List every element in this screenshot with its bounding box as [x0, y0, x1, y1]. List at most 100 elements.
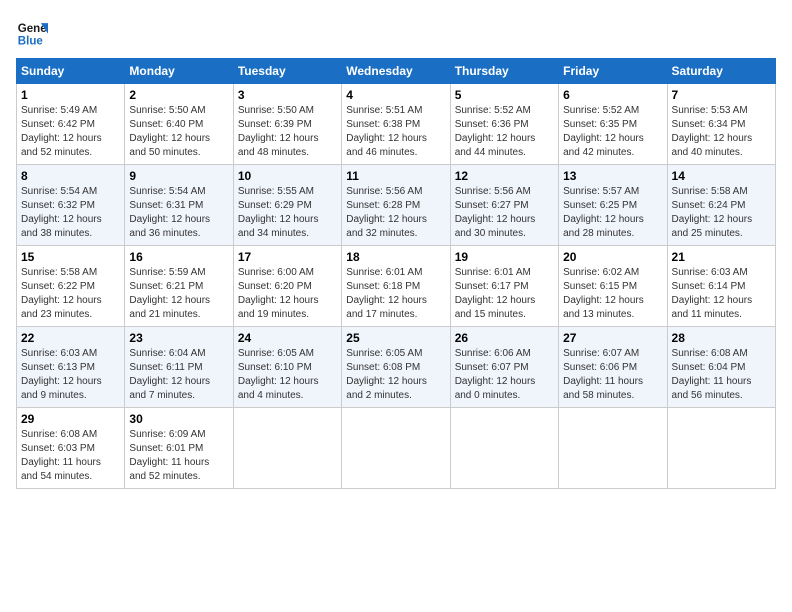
calendar-day-cell: 24 Sunrise: 6:05 AM Sunset: 6:10 PM Dayli… — [233, 327, 341, 408]
day-detail: Sunrise: 5:52 AM Sunset: 6:35 PM Dayligh… — [563, 104, 662, 160]
day-number: 12 — [455, 169, 554, 183]
calendar-day-cell: 6 Sunrise: 5:52 AM Sunset: 6:35 PM Daylig… — [559, 84, 667, 165]
calendar-week-row: 1 Sunrise: 5:49 AM Sunset: 6:42 PM Daylig… — [17, 84, 776, 165]
day-detail: Sunrise: 6:03 AM Sunset: 6:13 PM Dayligh… — [21, 347, 120, 403]
day-number: 14 — [672, 169, 771, 183]
day-detail: Sunrise: 5:51 AM Sunset: 6:38 PM Dayligh… — [346, 104, 445, 160]
calendar-day-cell: 29Sunrise: 6:08 AM Sunset: 6:03 PM Dayli… — [17, 408, 125, 489]
day-number: 2 — [129, 88, 228, 102]
day-number: 24 — [238, 331, 337, 345]
calendar: SundayMondayTuesdayWednesdayThursdayFrid… — [16, 58, 776, 489]
calendar-day-cell: 1 Sunrise: 5:49 AM Sunset: 6:42 PM Daylig… — [17, 84, 125, 165]
day-number: 28 — [672, 331, 771, 345]
day-number: 21 — [672, 250, 771, 264]
calendar-day-cell — [450, 408, 558, 489]
calendar-day-cell: 4 Sunrise: 5:51 AM Sunset: 6:38 PM Daylig… — [342, 84, 450, 165]
calendar-day-cell: 18 Sunrise: 6:01 AM Sunset: 6:18 PM Dayli… — [342, 246, 450, 327]
day-detail: Sunrise: 5:58 AM Sunset: 6:24 PM Dayligh… — [672, 185, 771, 241]
calendar-day-cell: 25 Sunrise: 6:05 AM Sunset: 6:08 PM Dayli… — [342, 327, 450, 408]
day-number: 30 — [129, 412, 228, 426]
calendar-day-cell: 10 Sunrise: 5:55 AM Sunset: 6:29 PM Dayli… — [233, 165, 341, 246]
day-number: 26 — [455, 331, 554, 345]
day-number: 1 — [21, 88, 120, 102]
calendar-day-cell: 2 Sunrise: 5:50 AM Sunset: 6:40 PM Daylig… — [125, 84, 233, 165]
day-number: 22 — [21, 331, 120, 345]
calendar-day-cell — [667, 408, 775, 489]
calendar-day-cell: 12Sunrise: 5:56 AM Sunset: 6:27 PM Dayli… — [450, 165, 558, 246]
day-number: 5 — [455, 88, 554, 102]
calendar-day-cell: 14 Sunrise: 5:58 AM Sunset: 6:24 PM Dayli… — [667, 165, 775, 246]
calendar-day-cell: 23Sunrise: 6:04 AM Sunset: 6:11 PM Dayli… — [125, 327, 233, 408]
day-number: 23 — [129, 331, 228, 345]
day-of-week-header: Thursday — [450, 59, 558, 84]
calendar-day-cell: 19Sunrise: 6:01 AM Sunset: 6:17 PM Dayli… — [450, 246, 558, 327]
day-detail: Sunrise: 5:56 AM Sunset: 6:28 PM Dayligh… — [346, 185, 445, 241]
calendar-day-cell: 11 Sunrise: 5:56 AM Sunset: 6:28 PM Dayli… — [342, 165, 450, 246]
day-number: 13 — [563, 169, 662, 183]
day-detail: Sunrise: 5:57 AM Sunset: 6:25 PM Dayligh… — [563, 185, 662, 241]
day-number: 8 — [21, 169, 120, 183]
day-number: 19 — [455, 250, 554, 264]
day-detail: Sunrise: 6:08 AM Sunset: 6:03 PM Dayligh… — [21, 428, 120, 484]
day-number: 7 — [672, 88, 771, 102]
day-of-week-header: Friday — [559, 59, 667, 84]
day-detail: Sunrise: 6:08 AM Sunset: 6:04 PM Dayligh… — [672, 347, 771, 403]
day-detail: Sunrise: 6:01 AM Sunset: 6:18 PM Dayligh… — [346, 266, 445, 322]
calendar-day-cell: 3 Sunrise: 5:50 AM Sunset: 6:39 PM Daylig… — [233, 84, 341, 165]
day-of-week-header: Wednesday — [342, 59, 450, 84]
calendar-day-cell: 8 Sunrise: 5:54 AM Sunset: 6:32 PM Daylig… — [17, 165, 125, 246]
calendar-week-row: 15 Sunrise: 5:58 AM Sunset: 6:22 PM Dayli… — [17, 246, 776, 327]
calendar-week-row: 22 Sunrise: 6:03 AM Sunset: 6:13 PM Dayli… — [17, 327, 776, 408]
calendar-day-cell: 9 Sunrise: 5:54 AM Sunset: 6:31 PM Daylig… — [125, 165, 233, 246]
day-number: 6 — [563, 88, 662, 102]
day-detail: Sunrise: 6:05 AM Sunset: 6:10 PM Dayligh… — [238, 347, 337, 403]
day-number: 11 — [346, 169, 445, 183]
calendar-day-cell: 22 Sunrise: 6:03 AM Sunset: 6:13 PM Dayli… — [17, 327, 125, 408]
day-detail: Sunrise: 5:54 AM Sunset: 6:31 PM Dayligh… — [129, 185, 228, 241]
day-number: 9 — [129, 169, 228, 183]
calendar-day-cell: 5 Sunrise: 5:52 AM Sunset: 6:36 PM Daylig… — [450, 84, 558, 165]
day-number: 4 — [346, 88, 445, 102]
calendar-day-cell: 13 Sunrise: 5:57 AM Sunset: 6:25 PM Dayli… — [559, 165, 667, 246]
day-detail: Sunrise: 6:09 AM Sunset: 6:01 PM Dayligh… — [129, 428, 228, 484]
day-number: 16 — [129, 250, 228, 264]
day-number: 3 — [238, 88, 337, 102]
calendar-day-cell: 26 Sunrise: 6:06 AM Sunset: 6:07 PM Dayli… — [450, 327, 558, 408]
day-detail: Sunrise: 5:54 AM Sunset: 6:32 PM Dayligh… — [21, 185, 120, 241]
day-number: 17 — [238, 250, 337, 264]
calendar-day-cell: 27Sunrise: 6:07 AM Sunset: 6:06 PM Dayli… — [559, 327, 667, 408]
day-detail: Sunrise: 5:50 AM Sunset: 6:40 PM Dayligh… — [129, 104, 228, 160]
day-detail: Sunrise: 5:52 AM Sunset: 6:36 PM Dayligh… — [455, 104, 554, 160]
day-detail: Sunrise: 5:59 AM Sunset: 6:21 PM Dayligh… — [129, 266, 228, 322]
day-detail: Sunrise: 6:05 AM Sunset: 6:08 PM Dayligh… — [346, 347, 445, 403]
day-detail: Sunrise: 5:50 AM Sunset: 6:39 PM Dayligh… — [238, 104, 337, 160]
day-of-week-header: Monday — [125, 59, 233, 84]
day-detail: Sunrise: 6:03 AM Sunset: 6:14 PM Dayligh… — [672, 266, 771, 322]
calendar-day-cell — [233, 408, 341, 489]
calendar-day-cell: 15 Sunrise: 5:58 AM Sunset: 6:22 PM Dayli… — [17, 246, 125, 327]
calendar-day-cell — [559, 408, 667, 489]
calendar-header-row: SundayMondayTuesdayWednesdayThursdayFrid… — [17, 59, 776, 84]
calendar-day-cell: 7Sunrise: 5:53 AM Sunset: 6:34 PM Daylig… — [667, 84, 775, 165]
calendar-week-row: 29Sunrise: 6:08 AM Sunset: 6:03 PM Dayli… — [17, 408, 776, 489]
day-number: 18 — [346, 250, 445, 264]
day-detail: Sunrise: 5:49 AM Sunset: 6:42 PM Dayligh… — [21, 104, 120, 160]
logo: General Blue — [16, 16, 52, 48]
day-detail: Sunrise: 6:00 AM Sunset: 6:20 PM Dayligh… — [238, 266, 337, 322]
calendar-week-row: 8 Sunrise: 5:54 AM Sunset: 6:32 PM Daylig… — [17, 165, 776, 246]
logo-icon: General Blue — [16, 16, 48, 48]
day-detail: Sunrise: 6:06 AM Sunset: 6:07 PM Dayligh… — [455, 347, 554, 403]
day-of-week-header: Sunday — [17, 59, 125, 84]
day-number: 27 — [563, 331, 662, 345]
day-of-week-header: Saturday — [667, 59, 775, 84]
day-detail: Sunrise: 5:55 AM Sunset: 6:29 PM Dayligh… — [238, 185, 337, 241]
page-header: General Blue — [16, 16, 776, 48]
calendar-day-cell: 20Sunrise: 6:02 AM Sunset: 6:15 PM Dayli… — [559, 246, 667, 327]
day-of-week-header: Tuesday — [233, 59, 341, 84]
day-number: 10 — [238, 169, 337, 183]
day-detail: Sunrise: 5:58 AM Sunset: 6:22 PM Dayligh… — [21, 266, 120, 322]
day-number: 15 — [21, 250, 120, 264]
day-number: 25 — [346, 331, 445, 345]
calendar-day-cell — [342, 408, 450, 489]
day-number: 20 — [563, 250, 662, 264]
